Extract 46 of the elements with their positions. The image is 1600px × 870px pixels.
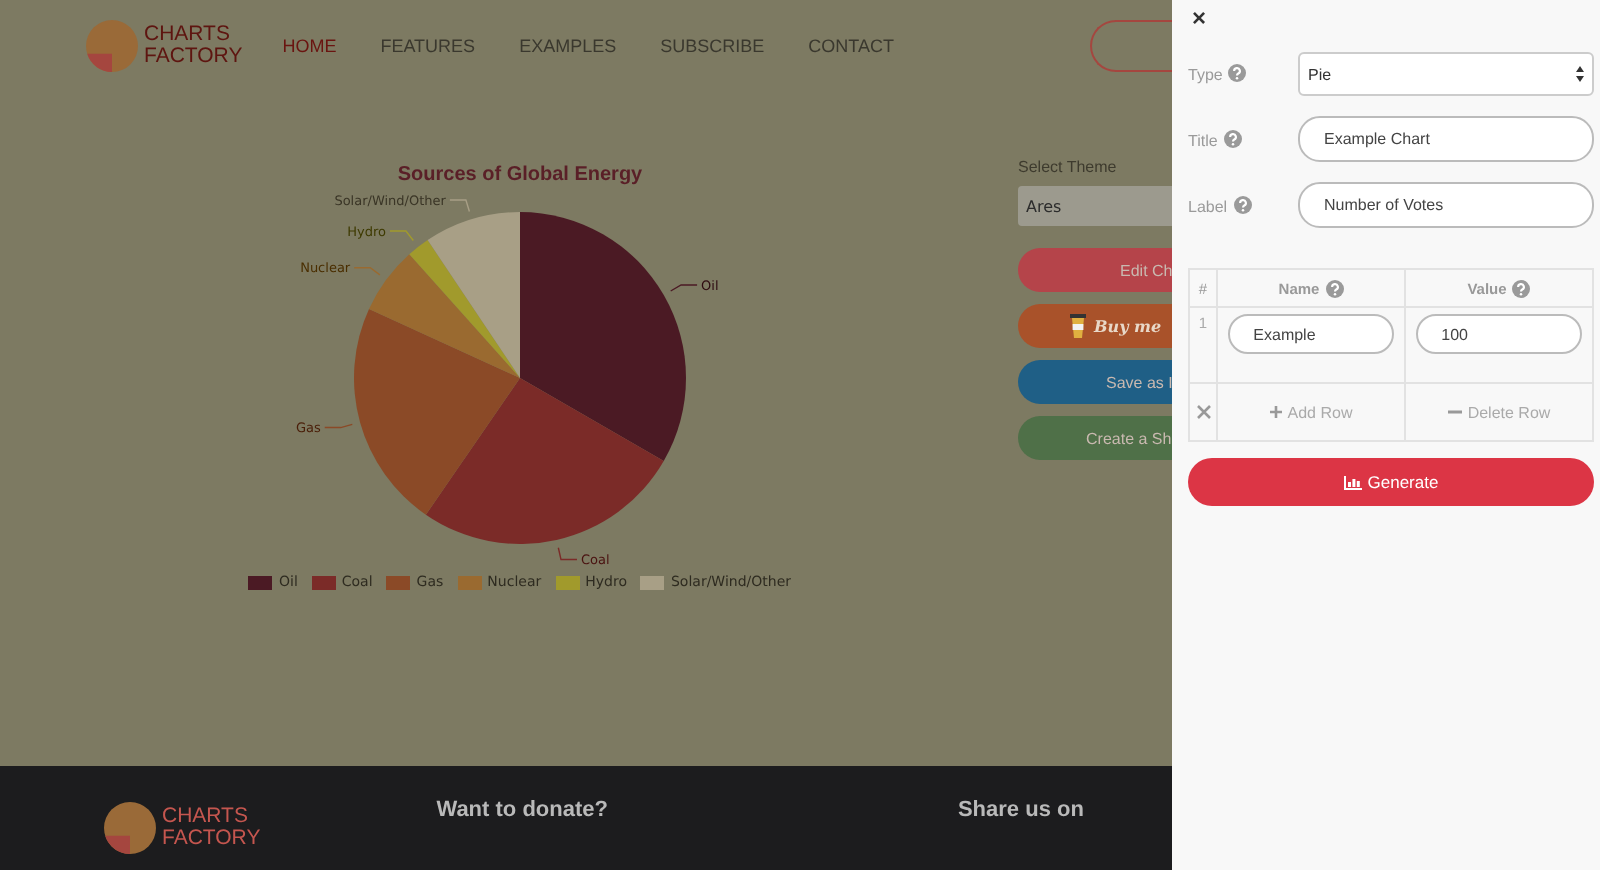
help-icon [1228, 64, 1247, 82]
logo-text: CHARTS FACTORY [162, 806, 261, 850]
theme-select[interactable]: Ares [1018, 186, 1172, 226]
plus-icon [1269, 406, 1282, 418]
legend-swatch [640, 575, 665, 589]
nav-link[interactable]: SUBSCRIBE [660, 36, 765, 56]
nav-link[interactable]: EXAMPLES [519, 36, 617, 56]
coffee-cup-icon [1070, 314, 1086, 338]
logo-icon [84, 18, 140, 74]
logo-icon [102, 800, 158, 856]
select-arrows-icon [1576, 66, 1584, 82]
generate-button[interactable]: Generate [1188, 458, 1594, 506]
input-field[interactable]: Example Chart [1298, 116, 1594, 162]
chart-title: Sources of Global Energy [397, 164, 643, 186]
field-label: Label [1188, 197, 1228, 215]
action-button[interactable]: Buy me [1018, 304, 1172, 348]
value-input[interactable]: 100 [1415, 314, 1583, 354]
chart-icon [1343, 475, 1362, 489]
field-label: Title [1188, 131, 1218, 149]
action-button[interactable]: Edit Ch [1018, 248, 1172, 292]
logo-text: CHARTS FACTORY [144, 24, 243, 68]
add-row-button[interactable]: Add Row [1269, 403, 1353, 421]
nav-link[interactable]: FEATURES [380, 36, 476, 56]
legend-swatch [555, 575, 580, 589]
legend-swatch [457, 575, 482, 589]
theme-label: Select Theme [1018, 158, 1119, 176]
legend-swatch [248, 575, 273, 589]
input-field[interactable]: Number of Votes [1298, 182, 1594, 228]
field-label: Type [1188, 66, 1223, 84]
legend-swatch [386, 575, 411, 589]
legend-swatch [311, 575, 336, 589]
help-icon [1223, 129, 1242, 147]
help-icon [1325, 279, 1344, 297]
footer-heading: Want to donate? [436, 798, 608, 826]
delete-row-button[interactable]: Delete Row [1447, 403, 1551, 421]
help-icon [1512, 279, 1531, 297]
footer-heading: Share us on [957, 798, 1084, 826]
action-button[interactable]: Save as I [1018, 360, 1172, 404]
help-icon [1233, 195, 1252, 213]
nav-link[interactable]: CONTACT [808, 36, 894, 56]
close-button[interactable]: × [1192, 4, 1212, 32]
action-button[interactable]: Create a Sh [1018, 416, 1172, 460]
name-input[interactable]: Example [1227, 314, 1395, 354]
minus-icon [1447, 406, 1462, 418]
type-select[interactable]: Pie [1298, 52, 1594, 96]
nav-link[interactable]: HOME [282, 36, 337, 56]
